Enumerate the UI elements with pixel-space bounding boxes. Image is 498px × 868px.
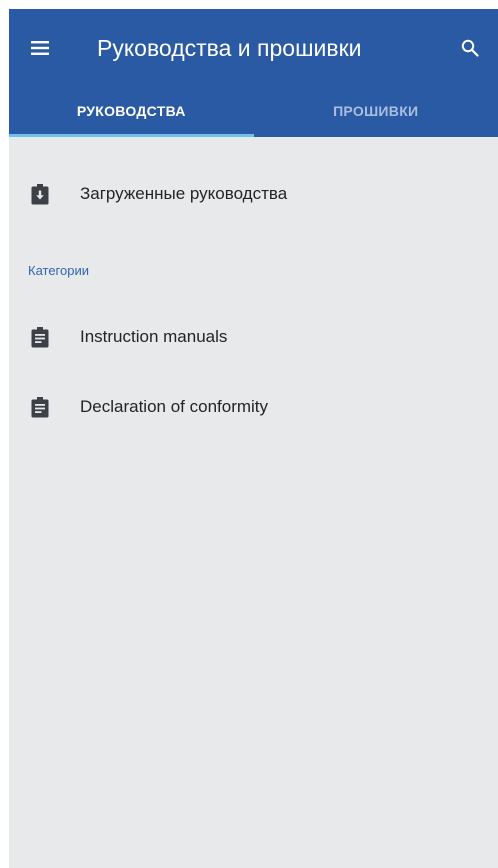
search-icon: [461, 39, 479, 57]
list-item-instruction-manuals[interactable]: Instruction manuals: [9, 310, 498, 364]
clipboard-text-icon: [31, 397, 49, 418]
toolbar: Руководства и прошивки: [9, 9, 498, 85]
search-button[interactable]: [453, 31, 487, 65]
tab-firmware-label: ПРОШИВКИ: [333, 103, 419, 119]
list-item-label: Загруженные руководства: [80, 184, 288, 203]
tab-indicator: [9, 134, 254, 137]
list-item-label: Instruction manuals: [80, 327, 228, 346]
tab-bar: РУКОВОДСТВА ПРОШИВКИ: [9, 85, 498, 137]
tab-manuals[interactable]: РУКОВОДСТВА: [9, 85, 254, 137]
app-bar: Руководства и прошивки РУКОВОДСТВА ПРОШИ…: [9, 9, 498, 137]
menu-button[interactable]: [23, 31, 57, 65]
tab-firmware[interactable]: ПРОШИВКИ: [254, 85, 498, 137]
clipboard-download-icon: [31, 184, 49, 205]
page-title: Руководства и прошивки: [97, 35, 362, 61]
clipboard-text-icon: [31, 327, 49, 348]
hamburger-menu-icon: [31, 41, 49, 55]
list-item-label: Declaration of conformity: [80, 397, 269, 416]
categories-header: Категории: [28, 263, 89, 278]
list-item-declaration-of-conformity[interactable]: Declaration of conformity: [9, 380, 498, 434]
list-item-downloaded-manuals[interactable]: Загруженные руководства: [9, 167, 498, 221]
tab-manuals-label: РУКОВОДСТВА: [76, 103, 186, 119]
app-screen: Руководства и прошивки РУКОВОДСТВА ПРОШИ…: [9, 9, 498, 868]
